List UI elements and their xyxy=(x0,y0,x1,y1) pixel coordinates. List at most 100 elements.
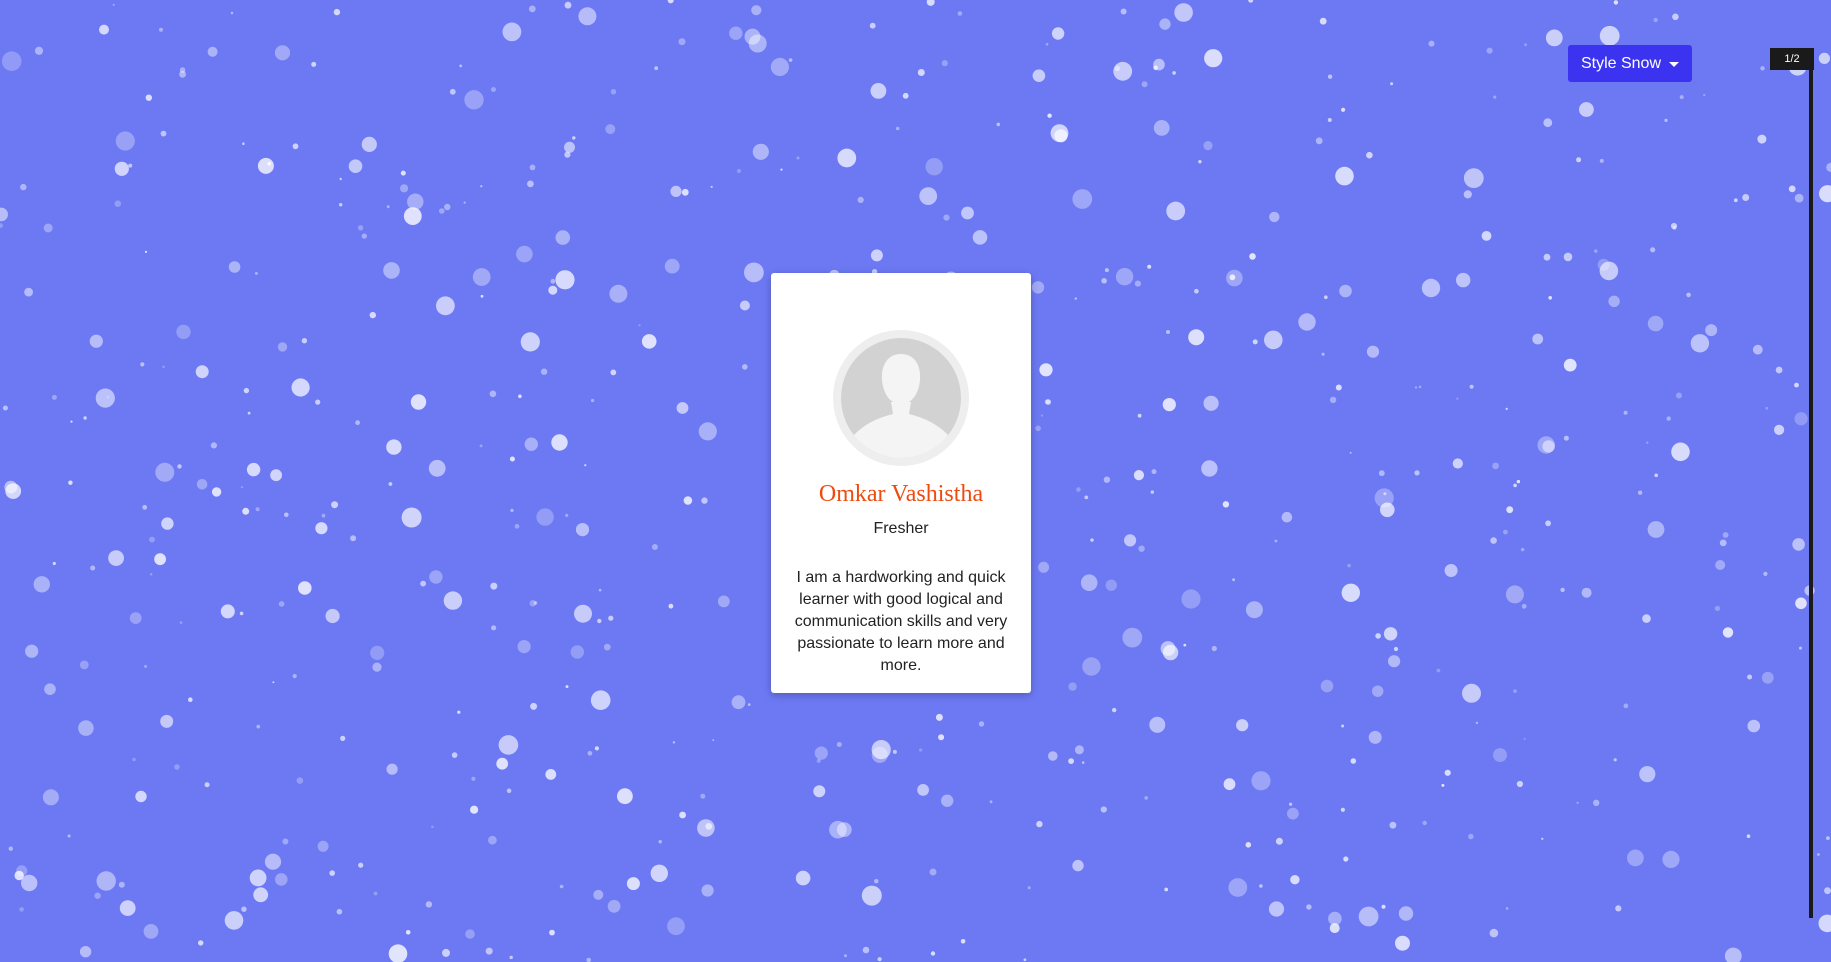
snowflake xyxy=(740,301,750,311)
snowflake xyxy=(679,38,686,45)
snowflake xyxy=(943,215,949,221)
snowflake xyxy=(1521,548,1524,551)
snowflake xyxy=(507,789,512,794)
snowflake xyxy=(608,900,621,913)
snowflake xyxy=(205,782,210,787)
snowflake xyxy=(1322,353,1325,356)
snowflake xyxy=(670,186,681,197)
snowflake xyxy=(1723,627,1733,637)
snowflake xyxy=(729,27,742,40)
snowflake xyxy=(1476,722,1478,724)
snowflake xyxy=(903,93,909,99)
snowflake xyxy=(1106,580,1117,591)
snowflake xyxy=(837,742,842,747)
snowflake xyxy=(1720,540,1727,547)
snowflake xyxy=(486,948,493,955)
snowflake xyxy=(608,616,613,621)
snowflake xyxy=(863,947,870,954)
snowflake xyxy=(473,268,491,286)
snowflake xyxy=(34,576,50,592)
snowflake xyxy=(256,725,260,729)
snowflake xyxy=(401,171,406,176)
snowflake xyxy=(677,402,689,414)
snowflake xyxy=(70,421,72,423)
snowflake xyxy=(797,157,800,160)
snowflake xyxy=(1035,426,1041,432)
snowflake xyxy=(1341,108,1345,112)
snowflake xyxy=(387,205,390,208)
snowflake xyxy=(597,619,601,623)
snowflake xyxy=(518,640,531,653)
snowflake xyxy=(1223,501,1229,507)
snowflake xyxy=(244,388,249,393)
snowflake xyxy=(0,223,3,228)
snowflake xyxy=(858,197,864,203)
snowflake xyxy=(659,840,662,843)
snowflake xyxy=(1138,546,1144,552)
snowflake xyxy=(94,893,100,899)
snowflake xyxy=(961,939,966,944)
snowflake xyxy=(349,159,363,173)
scroll-indicator-track[interactable] xyxy=(1809,48,1813,918)
snowflake xyxy=(404,207,422,225)
snowflake xyxy=(961,207,974,220)
snowflake xyxy=(253,887,268,902)
snowflake xyxy=(941,795,953,807)
snowflake xyxy=(457,711,460,714)
style-dropdown-button[interactable]: Style Snow xyxy=(1568,45,1692,82)
snowflake xyxy=(21,875,37,891)
snowflake xyxy=(420,581,426,587)
snowflake xyxy=(318,841,329,852)
snowflake xyxy=(402,508,422,528)
snowflake xyxy=(52,395,57,400)
snowflake xyxy=(878,957,882,961)
snowflake xyxy=(1703,94,1705,96)
snowflake xyxy=(549,930,555,936)
snowflake xyxy=(1052,27,1064,39)
snowflake xyxy=(350,535,356,541)
snowflake xyxy=(1456,398,1458,400)
snowflake xyxy=(1181,589,1200,608)
snowflake xyxy=(1650,247,1655,252)
snowflake xyxy=(1153,66,1158,71)
snowflake xyxy=(176,325,190,339)
page-background: { "style_dropdown": { "label": "Style Sn… xyxy=(0,0,1831,962)
snowflake xyxy=(1316,137,1323,144)
snowflake xyxy=(1121,9,1127,15)
snowflake xyxy=(113,4,115,6)
snowflake xyxy=(240,612,244,616)
snowflake xyxy=(1490,537,1497,544)
snowflake xyxy=(1152,469,1157,474)
snowflake xyxy=(1453,458,1463,468)
snowflake xyxy=(1151,490,1154,493)
snowflake xyxy=(1766,407,1769,410)
snowflake xyxy=(1113,62,1132,81)
snowflake xyxy=(1715,560,1725,570)
snowflake xyxy=(1336,385,1342,391)
snowflake xyxy=(1503,530,1508,535)
snowflake xyxy=(1482,231,1492,241)
snowflake xyxy=(293,674,297,678)
snowflake xyxy=(44,224,53,233)
snowflake xyxy=(1492,463,1499,470)
profile-bio: I am a hardworking and quick learner wit… xyxy=(791,567,1011,677)
snowflake xyxy=(1072,189,1092,209)
snowflake xyxy=(1081,574,1098,591)
snowflake xyxy=(464,202,466,204)
snowflake xyxy=(938,734,944,740)
snowflake xyxy=(1112,708,1116,712)
snowflake xyxy=(128,164,132,168)
snowflake xyxy=(1723,532,1729,538)
snowflake xyxy=(407,194,423,210)
snowflake xyxy=(241,907,246,912)
snowflake xyxy=(1046,399,1052,405)
snowflake xyxy=(197,479,208,490)
snowflake xyxy=(1648,316,1664,332)
snowflake xyxy=(1468,834,1474,840)
snowflake xyxy=(844,954,847,957)
snowflake xyxy=(1124,534,1136,546)
snowflake xyxy=(541,369,547,375)
snowflake xyxy=(1204,49,1222,67)
snowflake xyxy=(16,865,27,876)
snowflake xyxy=(162,366,165,369)
